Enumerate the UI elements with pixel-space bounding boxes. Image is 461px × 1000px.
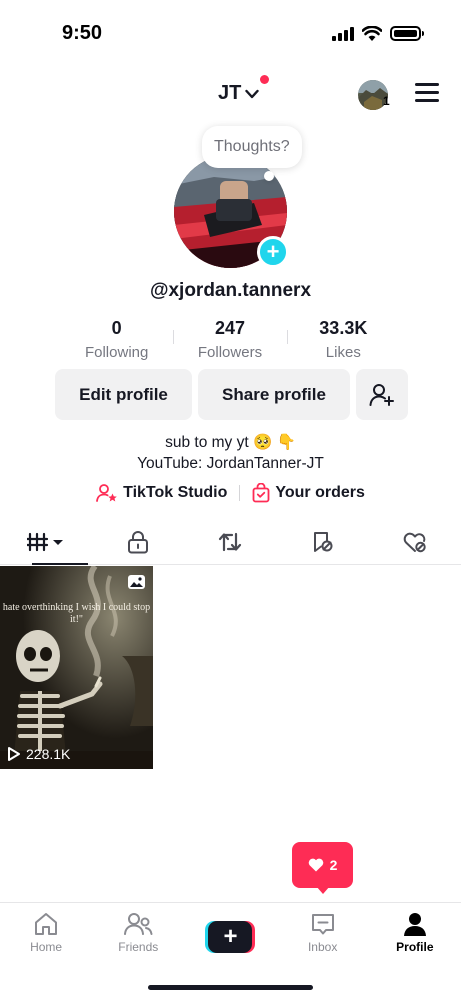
repost-icon [219,532,242,552]
nav-create[interactable]: + [184,903,276,966]
share-profile-button[interactable]: Share profile [198,369,350,420]
nav-profile[interactable]: Profile [369,903,461,966]
play-icon [8,747,20,761]
edit-profile-button[interactable]: Edit profile [55,369,192,420]
stat-divider [173,330,175,344]
account-count-badge: 1 [383,94,390,108]
video-view-count: 228.1K [7,746,70,762]
tab-liked[interactable] [369,520,461,564]
likes-label: Likes [325,344,361,361]
nav-inbox-label: Inbox [307,940,338,954]
status-time: 9:50 [62,22,103,44]
heart-filled-icon [308,858,323,872]
skeleton-thumbnail-image [0,566,153,769]
following-count: 0 [111,318,122,338]
profile-actions: Edit profile Share profile [55,369,408,420]
video-thumbnail[interactable]: hate overthinking I wish I could stop it… [0,566,153,769]
new-likes-count: 2 [329,857,338,873]
status-bar: 9:50 [0,0,461,66]
notification-dot [260,75,269,84]
new-likes-popup[interactable]: 2 [292,842,353,888]
bio-line: sub to my yt 🥺 👇 [165,434,296,451]
profile-username: @xjordan.tannerx [149,280,312,301]
tiktok-studio-link[interactable]: TikTok Studio [96,483,227,503]
nav-home-label: Home [30,940,63,954]
your-orders-link[interactable]: Your orders [252,483,365,503]
likes-popup-tail [316,886,330,894]
wifi-icon [362,26,382,41]
your-orders-label: Your orders [275,484,365,501]
status-icons [332,26,424,41]
profile-links: TikTok Studio Your orders [0,483,461,503]
nav-friends[interactable]: Friends [92,903,184,966]
battery-icon [390,26,424,41]
add-photo-button[interactable]: + [257,236,289,268]
profile-tabs [0,520,461,565]
lock-icon [128,531,149,554]
following-stat[interactable]: 0 Following [60,318,173,361]
photo-post-icon [128,575,145,589]
bookmark-icon [313,532,333,552]
stat-divider [286,330,288,344]
create-button[interactable]: + [205,921,256,953]
home-icon [35,913,58,935]
friends-icon [124,913,153,935]
nav-home[interactable]: Home [0,903,92,966]
followers-stat[interactable]: 247 Followers [173,318,286,361]
heart-icon [403,532,426,553]
tab-reposts[interactable] [184,520,276,564]
bottom-nav: Home Friends + Inbox Profile [0,902,461,966]
account-switcher[interactable]: JT [218,82,260,105]
links-divider [239,485,241,501]
profile-icon [403,913,426,936]
followers-count: 247 [214,318,246,338]
nav-profile-label: Profile [396,940,434,954]
add-friend-button[interactable] [356,369,408,420]
inbox-icon [311,914,334,935]
video-caption: hate overthinking I wish I could stop it… [2,602,151,625]
bio-youtube-line: YouTube: JordanTanner-JT [137,455,324,472]
tiktok-studio-label: TikTok Studio [123,484,228,501]
profile-stats: 0 Following 247 Followers 33.3K Likes [60,318,400,361]
thoughts-bubble[interactable]: Thoughts? [202,126,302,168]
view-count-value: 228.1K [26,746,71,762]
top-nav: JT 1 [0,70,461,120]
nav-inbox[interactable]: Inbox [277,903,369,966]
likes-count: 33.3K [319,318,368,338]
add-user-icon [369,383,394,406]
tab-favorites[interactable] [277,520,369,564]
tab-videos[interactable] [0,520,92,565]
hamburger-icon[interactable] [415,83,439,103]
account-name: JT [218,82,242,104]
nav-friends-label: Friends [118,940,159,954]
creator-studio-icon [96,484,117,502]
shopping-bag-icon [252,483,270,503]
likes-stat[interactable]: 33.3K Likes [286,318,400,361]
cellular-signal-icon [332,26,354,41]
following-label: Following [84,344,149,361]
profile-bio: sub to my yt 🥺 👇 YouTube: JordanTanner-J… [0,432,461,474]
tab-private[interactable] [92,520,184,564]
grid-icon [27,532,64,552]
plus-icon: + [266,239,280,264]
home-indicator [148,985,313,990]
create-plus-icon: + [208,921,253,953]
thoughts-bubble-tail [264,171,274,181]
followers-label: Followers [197,344,263,361]
chevron-down-icon [245,89,260,98]
